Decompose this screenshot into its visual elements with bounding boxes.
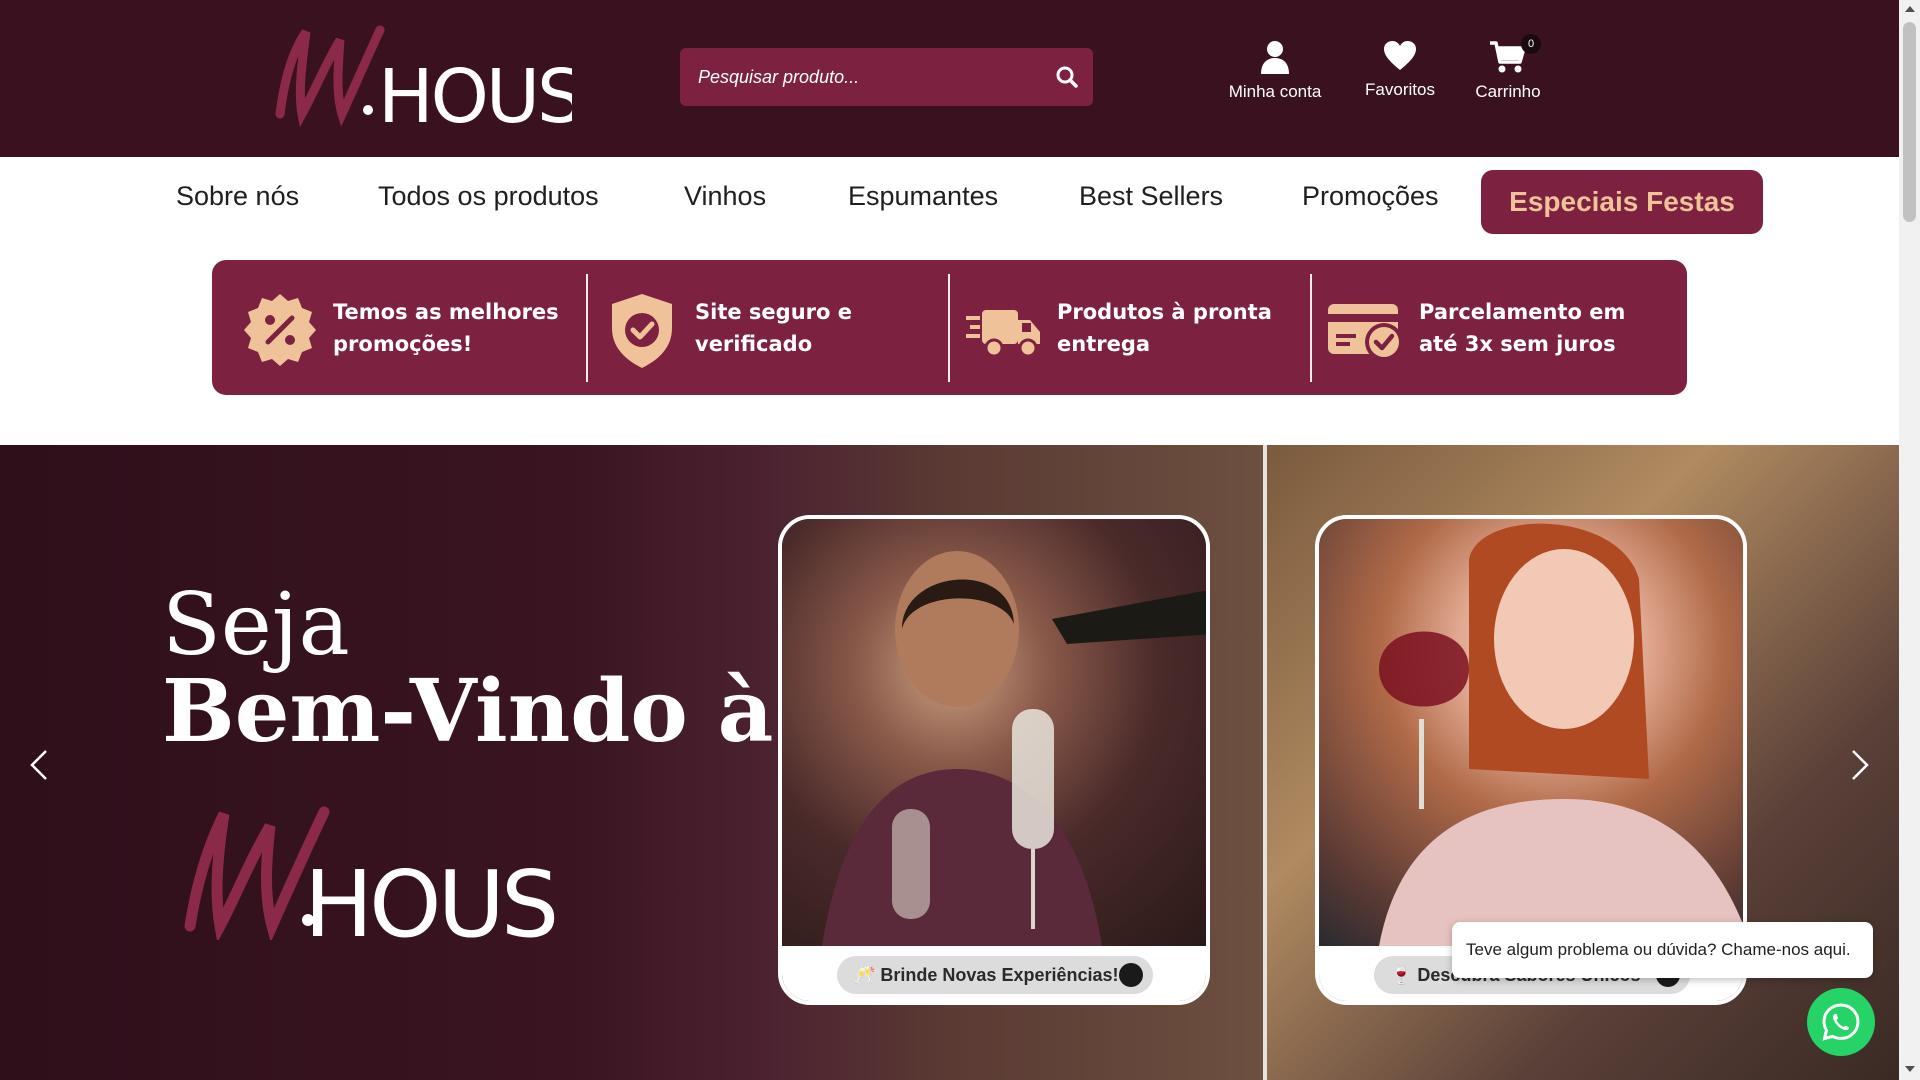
toast-card-footer: 🥂 Brinde Novas Experiências! <box>782 946 1206 1001</box>
carousel-prev-arrow-icon[interactable] <box>24 745 54 785</box>
nav-sparkling[interactable]: Espumantes <box>848 181 998 212</box>
shield-check-icon <box>612 294 672 368</box>
whatsapp-chat-bubble[interactable]: Teve algum problema ou dúvida? Chame-nos… <box>1452 922 1873 978</box>
heart-icon <box>1384 41 1416 70</box>
nav-about[interactable]: Sobre nós <box>176 181 299 212</box>
benefits-bar: Temos as melhores promoções! Site seguro… <box>212 260 1687 395</box>
benefit-installments-text: Parcelamento em até 3x sem juros <box>1419 300 1626 356</box>
nav-best-sellers[interactable]: Best Sellers <box>1079 181 1223 212</box>
hero-title-line-1: Seja <box>162 575 350 675</box>
page-scrollbar[interactable] <box>1899 0 1920 1080</box>
favorites-label: Favoritos <box>1365 80 1435 99</box>
toast-card-label: 🥂 Brinde Novas Experiências! <box>853 965 1119 985</box>
delivery-truck-icon <box>966 310 1040 358</box>
benefit-promotions: Temos as melhores promoções! <box>212 274 574 382</box>
benefit-secure-text: Site seguro e verificado <box>695 300 852 356</box>
scrollbar-thumb[interactable] <box>1903 22 1916 222</box>
cart-link[interactable]: 0 Carrinho <box>1463 34 1553 102</box>
main-nav: Sobre nós Todos os produtos Vinhos Espum… <box>0 157 1899 247</box>
scroll-up-icon[interactable] <box>1905 6 1915 12</box>
nav-wines[interactable]: Vinhos <box>684 181 766 212</box>
site-logo[interactable]: HOUSE <box>262 22 628 140</box>
cart-count-badge: 0 <box>1521 34 1541 54</box>
discount-badge-icon <box>244 294 316 366</box>
hero-logo: HOUSE <box>178 800 613 958</box>
card-check-icon <box>1328 304 1403 361</box>
user-icon <box>1261 41 1289 74</box>
arrow-right-icon <box>1119 963 1143 987</box>
whatsapp-icon <box>1822 1003 1860 1041</box>
hero-logo-word: HOUSE <box>304 851 558 940</box>
logo-word: HOUSE <box>378 54 572 128</box>
toast-card-button[interactable]: 🥂 Brinde Novas Experiências! <box>837 956 1153 994</box>
cart-label: Carrinho <box>1475 82 1541 101</box>
toast-photo <box>782 519 1206 946</box>
search-input[interactable] <box>698 48 1028 106</box>
benefit-delivery-text: Produtos à pronta entrega <box>1057 300 1272 356</box>
benefit-secure: Site seguro e verificado <box>574 274 936 382</box>
scroll-down-icon[interactable] <box>1905 1066 1915 1072</box>
hero-carousel: Seja Bem-Vindo à HOUSE <box>0 445 1899 1080</box>
hero-card-toast[interactable]: 🥂 Brinde Novas Experiências! <box>778 515 1210 1005</box>
nav-all-products[interactable]: Todos os produtos <box>378 181 599 212</box>
benefit-installments: Parcelamento em até 3x sem juros <box>1298 274 1687 382</box>
my-account-label: Minha conta <box>1228 82 1322 101</box>
search-bar <box>680 48 1093 106</box>
benefit-promotions-text: Temos as melhores promoções! <box>333 300 559 356</box>
whatsapp-button[interactable] <box>1807 988 1875 1056</box>
page: HOUSE Minha conta Favoritos <box>0 0 1920 1080</box>
site-header: HOUSE Minha conta Favoritos <box>0 0 1899 157</box>
my-account-link[interactable]: Minha conta <box>1215 40 1335 102</box>
nav-promotions[interactable]: Promoções <box>1302 181 1439 212</box>
search-icon[interactable] <box>1055 65 1079 89</box>
slide-separator <box>1263 445 1267 1080</box>
nav-holiday-specials-button[interactable]: Especiais Festas <box>1481 170 1763 234</box>
tasting-photo <box>1319 519 1743 946</box>
favorites-link[interactable]: Favoritos <box>1350 40 1450 100</box>
benefit-delivery: Produtos à pronta entrega <box>936 274 1298 382</box>
hero-title-line-2: Bem-Vindo à <box>162 661 774 762</box>
carousel-next-arrow-icon[interactable] <box>1845 745 1875 785</box>
